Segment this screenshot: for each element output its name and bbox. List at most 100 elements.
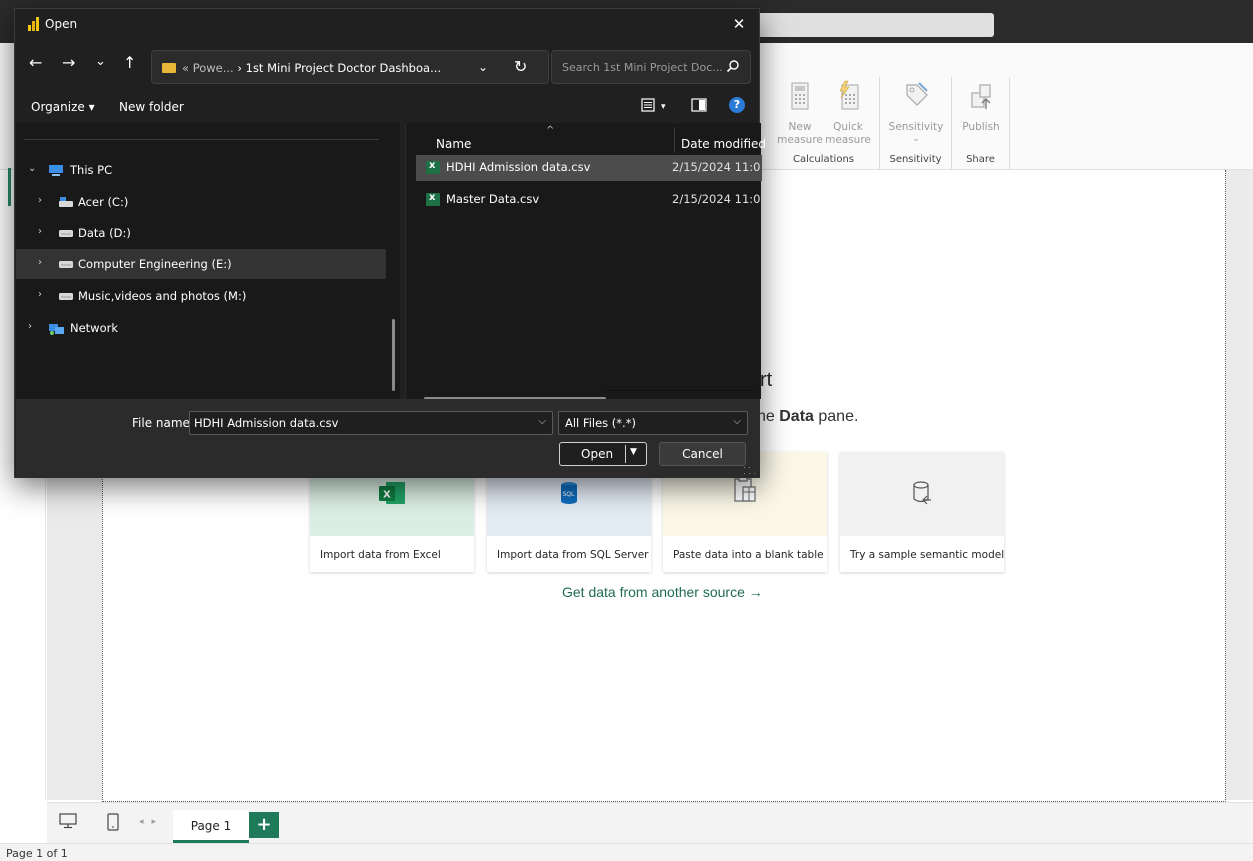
page-bar: ◂▸ Page 1 + (47, 802, 1253, 843)
navigation-pane-scrollbar[interactable] (392, 319, 395, 391)
excel-csv-file-icon (426, 160, 440, 174)
excel-icon: X (379, 482, 405, 504)
tree-item-network[interactable]: › Network (16, 313, 386, 343)
page-tab-1[interactable]: Page 1 (173, 810, 249, 843)
canvas-subtitle-bold: Data (779, 408, 814, 425)
file-name-label: File name: (132, 416, 194, 430)
tree-label: Network (70, 321, 119, 335)
dialog-titlebar[interactable]: Open ✕ (15, 9, 759, 39)
up-button[interactable]: ↑ (123, 54, 136, 72)
publish-button[interactable]: Publish (951, 77, 1011, 134)
tree-label: Data (D:) (78, 226, 131, 240)
file-type-value: All Files (*.*) (565, 416, 636, 430)
address-bar[interactable]: « Powe... › 1st Mini Project Doctor Dash… (151, 50, 549, 84)
file-row-master-data[interactable]: Master Data.csv 2/15/2024 11:0 (416, 187, 762, 213)
tree-expand-chevron[interactable]: › (38, 289, 42, 300)
search-icon (726, 60, 739, 73)
file-name-input[interactable]: HDHI Admission data.csv ⌵ (189, 411, 553, 435)
desktop-layout-icon[interactable] (59, 813, 77, 829)
pc-icon (49, 165, 63, 176)
canvas-subtitle-prefix: he (757, 408, 780, 425)
drive-icon (59, 293, 73, 300)
quick-measure-button[interactable]: Quick measure (818, 77, 878, 147)
dialog-close-button[interactable]: ✕ (727, 13, 751, 35)
tree-item-computer-engineering-e[interactable]: › Computer Engineering (E:) (16, 249, 386, 279)
folder-icon (162, 63, 176, 73)
open-options-dropdown[interactable]: ▼ (630, 447, 637, 457)
back-button[interactable]: ← (29, 54, 42, 72)
sensitivity-icon (906, 82, 928, 106)
tree-item-data-d[interactable]: › Data (D:) (16, 218, 386, 248)
status-bar: Page 1 of 1 (0, 843, 1253, 861)
help-icon[interactable]: ? (729, 97, 745, 113)
ribbon-group-label-calculations: Calculations (793, 154, 854, 165)
quick-measure-label-2: measure (825, 134, 871, 146)
column-header-date-label: Date modified (681, 137, 767, 151)
file-row-hdhi-admission[interactable]: HDHI Admission data.csv 2/15/2024 11:0 (416, 155, 762, 181)
svg-text:X: X (383, 490, 391, 501)
new-folder-button[interactable]: New folder (119, 100, 184, 114)
tree-expand-chevron[interactable]: › (28, 321, 32, 332)
address-current: 1st Mini Project Doctor Dashboa... (245, 61, 442, 75)
tree-label: Music,videos and photos (M:) (78, 289, 247, 303)
tree-item-acer-c[interactable]: › Acer (C:) (16, 187, 386, 217)
drive-c-icon (59, 197, 73, 207)
paste-table-icon (734, 475, 756, 502)
forward-button[interactable]: → (62, 54, 75, 72)
tree-item-this-pc[interactable]: ⌄ This PC (16, 155, 386, 185)
cancel-button[interactable]: Cancel (659, 442, 746, 466)
tree-expand-chevron[interactable]: › (38, 226, 42, 237)
recent-locations-button[interactable]: ⌄ (95, 53, 106, 71)
sensitivity-button[interactable]: Sensitivity ⌄ (886, 77, 946, 144)
column-separator[interactable] (674, 127, 675, 153)
dialog-footer: File name: HDHI Admission data.csv ⌵ All… (16, 399, 760, 478)
add-page-button[interactable]: + (249, 812, 279, 838)
ribbon-group-sensitivity: Sensitivity ⌄ Sensitivity (880, 77, 952, 169)
organize-menu[interactable]: Organize ▾ (31, 100, 95, 114)
ribbon-group-label-sensitivity: Sensitivity (889, 154, 942, 165)
open-button[interactable]: Open ▼ (559, 442, 647, 466)
preview-pane-icon[interactable] (691, 98, 707, 112)
canvas-heading: rt (760, 369, 773, 391)
view-options-caret[interactable]: ▾ (661, 102, 666, 112)
refresh-button[interactable]: ↻ (514, 57, 527, 76)
tree-label: Acer (C:) (78, 195, 129, 209)
file-name-value: HDHI Admission data.csv (194, 416, 339, 430)
search-placeholder: Search 1st Mini Project Doc... (562, 61, 723, 74)
publish-label: Publish (962, 121, 1000, 133)
file-date-modified: 2/15/2024 11:0 (672, 192, 761, 206)
mobile-layout-icon[interactable] (107, 813, 119, 831)
sample-model-icon (913, 481, 931, 505)
view-list-icon[interactable] (641, 98, 655, 112)
chevron-down-icon: ⌵ (733, 416, 741, 427)
address-separator: › (237, 61, 242, 75)
power-bi-logo-icon (28, 17, 39, 31)
canvas-subtitle: he Data pane. (757, 408, 858, 426)
get-data-other-source-link[interactable]: Get data from another source → (562, 584, 763, 600)
import-sql-label: Import data from SQL Server (497, 549, 649, 561)
address-dropdown-button[interactable]: ⌄ (478, 60, 488, 74)
file-type-select[interactable]: All Files (*.*) ⌵ (558, 411, 748, 435)
app-search-box[interactable] (758, 13, 994, 37)
search-input[interactable]: Search 1st Mini Project Doc... (551, 50, 751, 84)
open-button-label: Open (581, 447, 614, 461)
sort-ascending-icon: ^ (546, 125, 555, 136)
tree-expand-chevron[interactable]: › (38, 257, 42, 268)
publish-icon (971, 84, 991, 109)
tree-expand-chevron[interactable]: ⌄ (28, 163, 36, 174)
resize-grip-icon[interactable]: . .. . . (743, 462, 756, 476)
file-name: Master Data.csv (446, 192, 540, 206)
chevron-down-icon[interactable]: ⌵ (538, 416, 546, 427)
page-nav-arrows[interactable]: ◂▸ (139, 817, 164, 827)
dialog-toolbar: Organize ▾ New folder ▾ ? (15, 91, 759, 123)
navigation-pane: ⌄ This PC › Acer (C:) › Data (D:) › Comp… (16, 123, 400, 399)
file-date-modified: 2/15/2024 11:0 (672, 160, 761, 174)
sample-model-label: Try a sample semantic model (850, 549, 1005, 561)
sample-model-card[interactable]: Try a sample semantic model (840, 452, 1004, 572)
network-icon (49, 324, 64, 335)
tree-expand-chevron[interactable]: › (38, 195, 42, 206)
address-prefix: « Powe... (182, 61, 234, 75)
tree-item-music-videos-photos-m[interactable]: › Music,videos and photos (M:) (16, 281, 386, 311)
nav-pane-divider (24, 139, 379, 140)
calculator-icon (791, 82, 809, 110)
